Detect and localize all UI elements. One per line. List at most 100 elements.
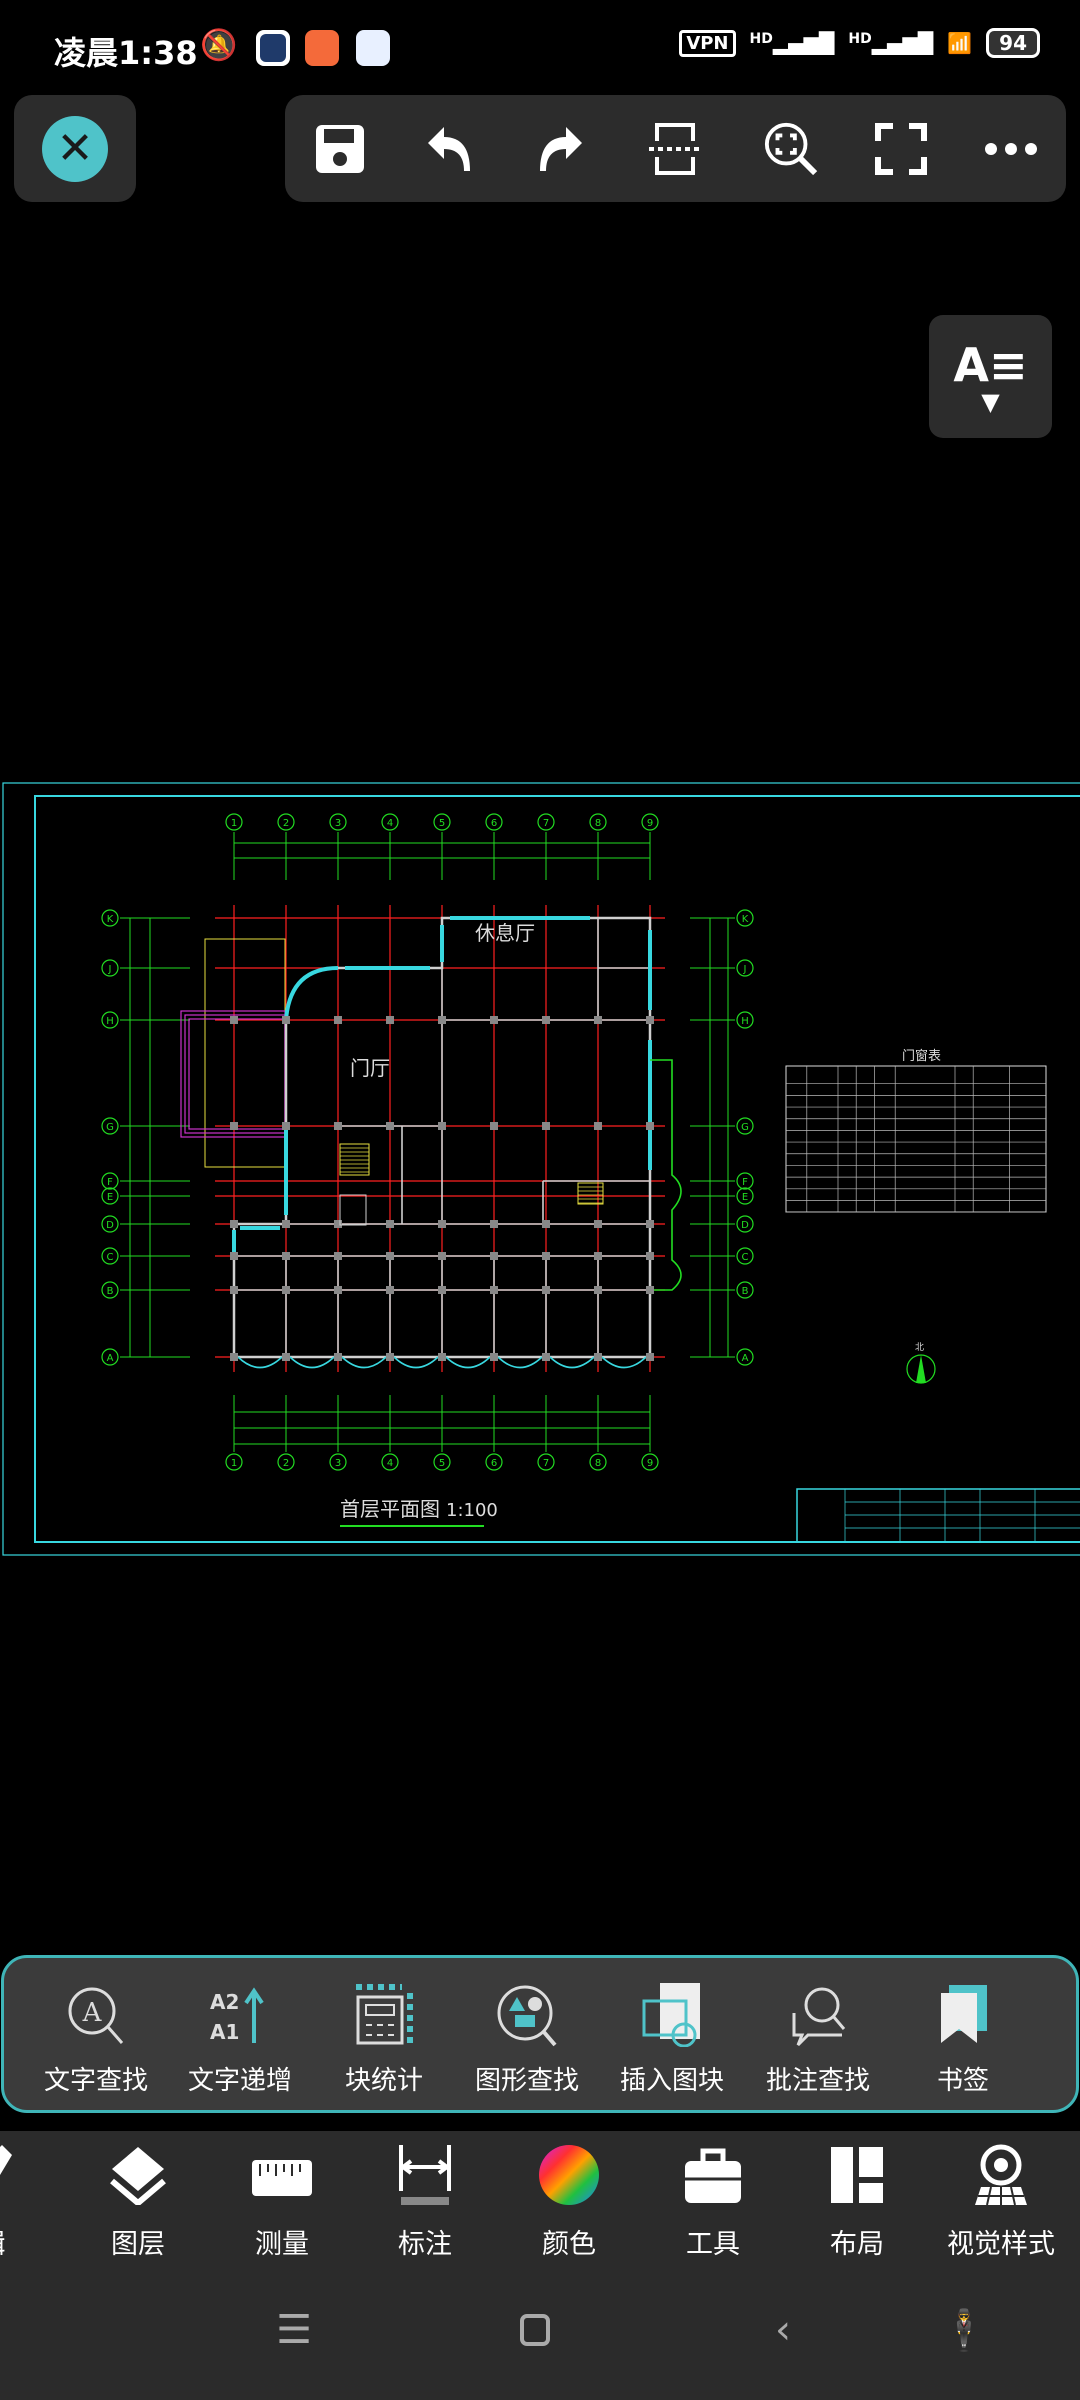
drawing-scale: 1:100 xyxy=(446,1500,498,1521)
bottom-label: 工具 xyxy=(686,2229,740,2260)
bottom-layers-button[interactable]: 图层 xyxy=(68,2141,208,2261)
nav-accessibility-button[interactable]: 🕴 xyxy=(934,2305,994,2355)
axis-label: 8 xyxy=(595,1458,601,1469)
column-pillar xyxy=(438,1353,446,1361)
bottom-ruler-button[interactable]: 测量 xyxy=(212,2141,352,2261)
nav-back-button[interactable]: ‹ xyxy=(753,2305,813,2355)
column-pillar xyxy=(386,1252,394,1260)
column-pillar xyxy=(646,1286,654,1294)
elevator xyxy=(339,1194,367,1226)
axis-label: B xyxy=(742,1286,749,1297)
drawing-title: 首层平面图 xyxy=(340,1497,440,1521)
column-pillar xyxy=(334,1016,342,1024)
svg-text:A: A xyxy=(82,1998,103,2028)
tool-label: 文字查找 xyxy=(43,2066,148,2096)
column-pillar xyxy=(594,1220,602,1228)
column-pillar xyxy=(230,1353,238,1361)
column-pillar xyxy=(282,1122,290,1130)
column-pillar xyxy=(282,1016,290,1024)
axis-label: D xyxy=(741,1220,749,1231)
axis-label: 3 xyxy=(335,818,341,829)
column-pillar xyxy=(542,1016,550,1024)
bay-window xyxy=(601,1356,647,1369)
bottom-label: 测量 xyxy=(255,2229,309,2260)
column-pillar xyxy=(334,1122,342,1130)
column-pillar xyxy=(282,1220,290,1228)
bottom-toolbox-button[interactable]: 工具 xyxy=(643,2141,783,2261)
bottom-edit-button[interactable]: 辑 xyxy=(0,2141,62,2261)
tool-bookmark-button[interactable]: 书签 xyxy=(893,1958,1033,2116)
axis-label: K xyxy=(742,914,749,925)
column-pillar xyxy=(490,1220,498,1228)
column-pillar xyxy=(542,1286,550,1294)
column-pillar xyxy=(438,1122,446,1130)
column-pillar xyxy=(646,1220,654,1228)
bottom-visual-style-button[interactable]: 视觉样式 xyxy=(931,2141,1071,2261)
bay-window xyxy=(341,1356,387,1369)
bottom-color-wheel-button[interactable]: 颜色 xyxy=(499,2141,639,2261)
column-pillar xyxy=(386,1286,394,1294)
column-pillar xyxy=(594,1122,602,1130)
color-wheel-icon xyxy=(534,2141,604,2208)
toolbox-icon xyxy=(678,2141,748,2208)
layers-icon xyxy=(103,2141,173,2208)
door-window-table xyxy=(785,1065,1047,1213)
tool-shape-search-button[interactable]: 图形查找 xyxy=(457,1958,597,2116)
column-pillar xyxy=(646,1122,654,1130)
column-pillar xyxy=(334,1252,342,1260)
axis-label: 9 xyxy=(647,818,653,829)
entrance-steps xyxy=(184,1014,286,1134)
column-pillar xyxy=(438,1220,446,1228)
bottom-layout-button[interactable]: 布局 xyxy=(787,2141,927,2261)
axis-label: J xyxy=(108,964,112,975)
axis-label: H xyxy=(741,1016,749,1027)
tool-annotation-search-button[interactable]: 批注查找 xyxy=(748,1958,888,2116)
inner-frame xyxy=(34,795,1080,1543)
shape-search-icon xyxy=(492,1980,562,2050)
entrance-steps xyxy=(188,1018,286,1130)
axis-label: C xyxy=(742,1252,749,1263)
svg-text:A2: A2 xyxy=(210,1990,239,2014)
tool-label: 文字递增 xyxy=(187,2066,292,2096)
column-pillar xyxy=(334,1353,342,1361)
column-pillar xyxy=(282,1286,290,1294)
nav-menu-button[interactable]: ☰ xyxy=(264,2305,324,2355)
axis-label: A xyxy=(107,1353,114,1364)
tool-text-increment-button[interactable]: A2 A1 文字递增 xyxy=(170,1958,310,2116)
tool-label: 插入图块 xyxy=(619,2066,724,2096)
text-increment-icon: A2 A1 xyxy=(205,1980,275,2050)
column-pillar xyxy=(490,1353,498,1361)
edit-icon xyxy=(0,2141,27,2208)
tool-label: 批注查找 xyxy=(765,2066,870,2096)
axis-label: J xyxy=(743,964,747,975)
bay-window xyxy=(445,1356,491,1369)
column-pillar xyxy=(542,1252,550,1260)
axis-label: 4 xyxy=(387,1458,393,1469)
bay-window xyxy=(237,1356,283,1369)
axis-label: 7 xyxy=(543,1458,549,1469)
axis-label: 6 xyxy=(491,1458,497,1469)
tool-insert-block-button[interactable]: 插入图块 xyxy=(602,1958,742,2116)
axis-label: 1 xyxy=(231,818,237,829)
axis-label: G xyxy=(106,1122,114,1133)
ruler-icon xyxy=(247,2141,317,2208)
tool-text-search-button[interactable]: A 文字查找 xyxy=(26,1958,166,2116)
bottom-dimension-button[interactable]: 标注 xyxy=(355,2141,495,2261)
column-pillar xyxy=(594,1353,602,1361)
bottom-label: 颜色 xyxy=(542,2229,596,2260)
column-pillar xyxy=(282,1353,290,1361)
tool-block-count-button[interactable]: 块统计 xyxy=(314,1958,454,2116)
column-pillar xyxy=(230,1252,238,1260)
nav-home-button[interactable] xyxy=(505,2305,565,2355)
column-pillar xyxy=(230,1016,238,1024)
axis-label: H xyxy=(106,1016,114,1027)
axis-label: E xyxy=(742,1192,748,1203)
tool-label: 书签 xyxy=(936,2066,989,2096)
room-label-lounge: 休息厅 xyxy=(475,921,535,945)
curved-window xyxy=(284,966,339,1021)
axis-label: B xyxy=(107,1286,114,1297)
axis-label: 4 xyxy=(387,818,393,829)
north-label: 北 xyxy=(915,1342,924,1353)
tool-panel: A 文字查找 A2 A1 文字递增 块统计 图形查找 插入图块 批注查找 书签 xyxy=(1,1955,1079,2113)
axis-label: 3 xyxy=(335,1458,341,1469)
